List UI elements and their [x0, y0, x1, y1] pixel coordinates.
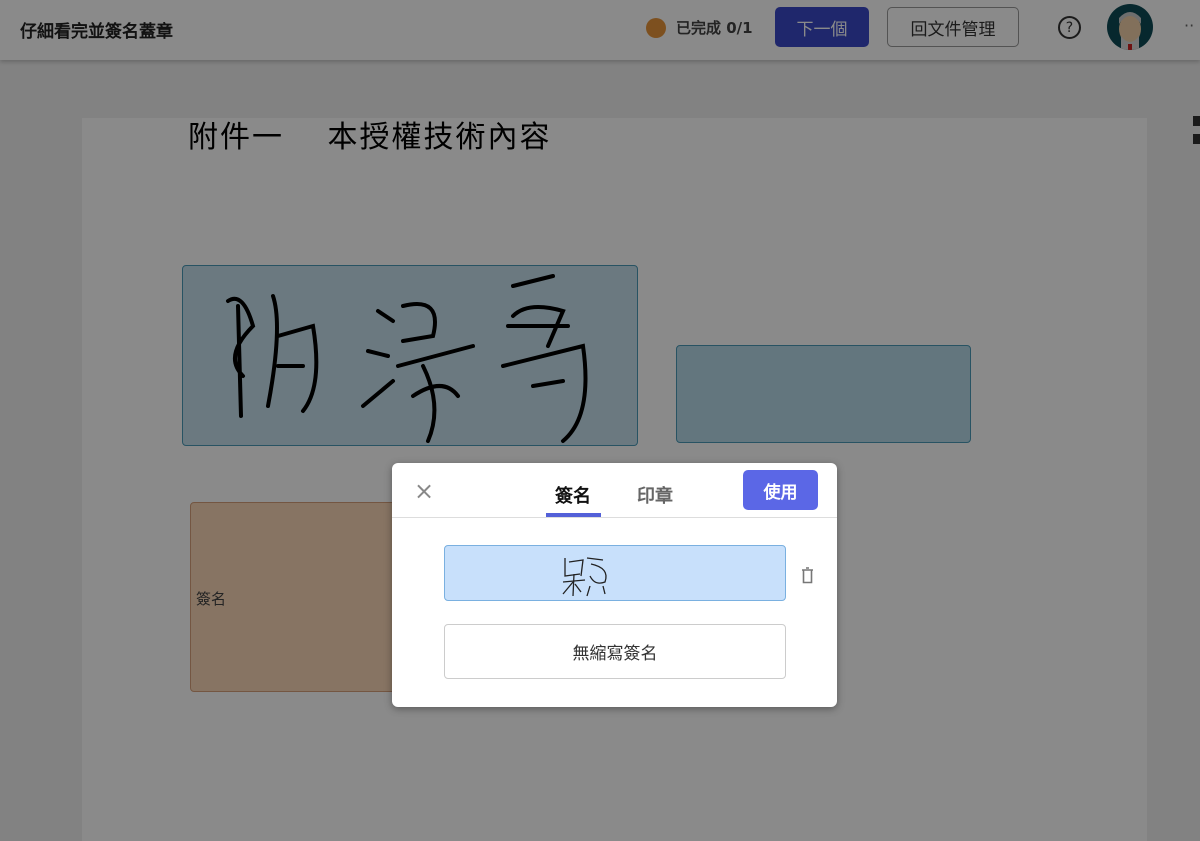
saved-signature-image	[562, 557, 607, 597]
saved-signature-option[interactable]	[444, 545, 786, 601]
tab-stamp[interactable]: 印章	[637, 482, 673, 508]
close-icon[interactable]: ×	[414, 477, 434, 505]
divider	[392, 517, 837, 518]
no-abbreviation-signature-button[interactable]: 無縮寫簽名	[444, 624, 786, 679]
delete-icon[interactable]	[801, 567, 814, 584]
tab-signature[interactable]: 簽名	[555, 482, 591, 508]
modal-overlay[interactable]	[0, 0, 1200, 841]
use-button[interactable]: 使用	[743, 470, 818, 510]
signature-dialog: × 簽名 印章 使用 無縮寫簽名	[392, 463, 837, 707]
